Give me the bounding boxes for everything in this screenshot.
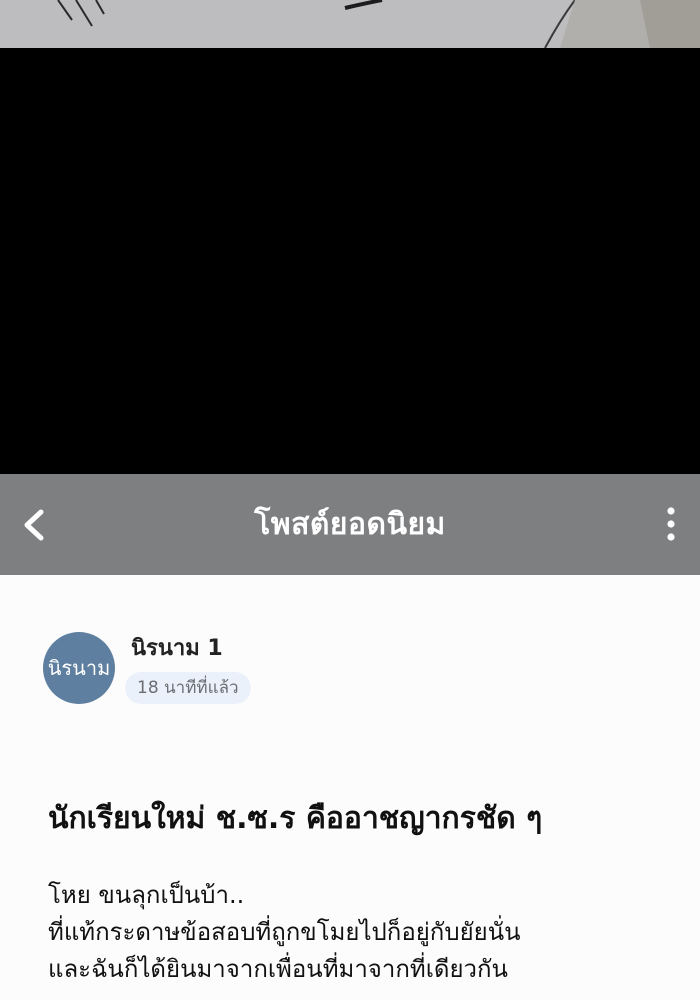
more-vertical-icon [667, 507, 675, 541]
post-body-line: และฉันก็ได้ยินมาจากเพื่อนที่มาจากที่เดีย… [48, 955, 508, 983]
timestamp-badge: 18 นาทีที่แล้ว [125, 672, 251, 704]
author-name[interactable]: นิรนาม 1 [131, 630, 223, 665]
header-title: โพสต์ยอดนิยม [254, 507, 446, 542]
post-card: นิรนาม นิรนาม 1 18 นาทีที่แล้ว นักเรียนใ… [0, 575, 700, 1000]
post-body: โหย ขนลุกเป็นบ้า.. ที่แท้กระดาษข้อสอบที่… [48, 877, 668, 988]
avatar[interactable]: นิรนาม [43, 632, 115, 704]
post-body-line: ที่แท้กระดาษข้อสอบที่ถูกขโมยไปก็อยู่กับย… [48, 918, 521, 946]
more-button[interactable] [654, 502, 688, 546]
post-body-line: โหย ขนลุกเป็นบ้า.. [48, 881, 245, 909]
comic-illustration [0, 0, 700, 48]
black-panel [0, 48, 700, 474]
avatar-text: นิรนาม [47, 656, 111, 680]
webtoon-page: โพสต์ยอดนิยม นิรนาม นิรนาม 1 18 นาทีที่แ… [0, 0, 700, 1000]
app-header: โพสต์ยอดนิยม [0, 474, 700, 575]
post-title: นักเรียนใหม่ ช.ซ.ร คืออาชญากรชัด ๆ [48, 801, 543, 836]
